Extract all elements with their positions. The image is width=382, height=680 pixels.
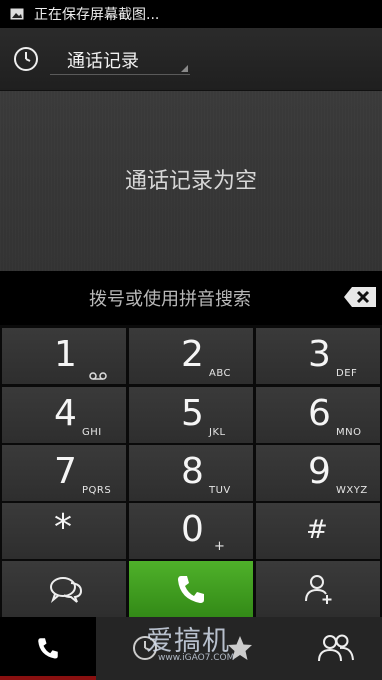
dropdown-corner-icon (181, 65, 188, 72)
key-letters: GHI (82, 427, 102, 438)
key-digit: 5 (181, 393, 204, 434)
key-digit: 0 (181, 509, 204, 550)
dial-pad: 1 2 ABC 3 DEF 4 GHI 5 JKL 6 MNO 7 PQRS 8… (0, 325, 382, 617)
tab-contacts[interactable] (288, 617, 382, 680)
key-star[interactable]: * (2, 503, 126, 559)
key-digit: 1 (54, 334, 77, 375)
key-0[interactable]: 0 + (129, 503, 253, 559)
image-icon (10, 8, 24, 20)
clock-icon[interactable] (13, 46, 39, 72)
status-text: 正在保存屏幕截图... (34, 7, 160, 23)
key-digit: 7 (54, 451, 77, 492)
tab-favorites[interactable] (192, 617, 288, 680)
key-9[interactable]: 9 WXYZ (256, 445, 380, 501)
dial-input-hint: 拨号或使用拼音搜索 (89, 289, 251, 310)
key-letters: WXYZ (336, 485, 368, 496)
key-letters: DEF (336, 368, 358, 379)
key-2[interactable]: 2 ABC (129, 328, 253, 384)
key-letters: MNO (336, 427, 362, 438)
key-digit: 6 (308, 393, 331, 434)
view-selector-label: 通话记录 (67, 51, 139, 72)
add-contact-icon (305, 575, 332, 604)
key-1[interactable]: 1 (2, 328, 126, 384)
empty-message: 通话记录为空 (124, 169, 257, 194)
header: 通话记录 (0, 28, 382, 91)
view-selector[interactable]: 通话记录 (50, 40, 190, 75)
key-letters: ABC (209, 368, 232, 379)
key-digit: # (306, 515, 328, 545)
key-6[interactable]: 6 MNO (256, 387, 380, 443)
tab-dialer[interactable] (0, 617, 96, 680)
key-letters: PQRS (82, 485, 112, 496)
key-letters: TUV (209, 485, 231, 496)
message-icon (50, 577, 83, 604)
call-log-list[interactable]: 通话记录为空 (0, 91, 382, 271)
call-button[interactable] (129, 561, 253, 617)
sms-button[interactable] (2, 561, 126, 617)
phone-icon (38, 638, 58, 659)
recent-calls-icon (133, 636, 157, 660)
voicemail-icon (89, 372, 107, 380)
phone-call-icon (178, 576, 204, 603)
bottom-nav (0, 617, 382, 680)
dial-input-field[interactable]: 拨号或使用拼音搜索 (0, 271, 382, 323)
key-letters: JKL (209, 427, 226, 438)
key-5[interactable]: 5 JKL (129, 387, 253, 443)
key-digit: 9 (308, 451, 331, 492)
tab-call-log[interactable] (96, 617, 192, 680)
key-digit: 2 (181, 334, 204, 375)
active-tab-indicator (0, 676, 96, 680)
backspace-icon[interactable] (343, 286, 377, 308)
star-icon (228, 636, 252, 660)
key-hash[interactable]: # (256, 503, 380, 559)
key-digit: 8 (181, 451, 204, 492)
key-letters: + (214, 539, 226, 554)
key-4[interactable]: 4 GHI (2, 387, 126, 443)
key-digit: * (54, 507, 72, 548)
key-digit: 3 (308, 334, 331, 375)
key-digit: 4 (54, 393, 77, 434)
key-8[interactable]: 8 TUV (129, 445, 253, 501)
add-contact-button[interactable] (256, 561, 380, 617)
key-3[interactable]: 3 DEF (256, 328, 380, 384)
key-7[interactable]: 7 PQRS (2, 445, 126, 501)
contacts-icon (318, 634, 354, 662)
status-bar: 正在保存屏幕截图... (0, 0, 382, 28)
